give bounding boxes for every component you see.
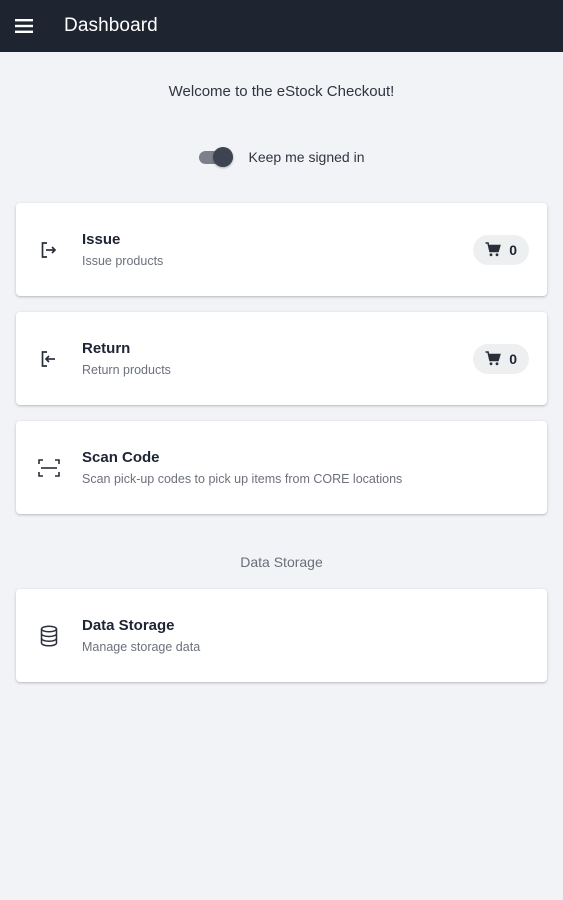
- login-icon: [41, 350, 55, 367]
- database-icon: [40, 624, 58, 647]
- scan-code-card[interactable]: Scan Code Scan pick-up codes to pick up …: [16, 421, 547, 514]
- app-bar: Dashboard: [0, 0, 563, 52]
- data-storage-subtitle: Manage storage data: [82, 640, 201, 654]
- keep-signed-in-row: Keep me signed in: [0, 146, 563, 168]
- data-storage-card[interactable]: Data Storage Manage storage data: [16, 589, 547, 682]
- issue-cart-badge[interactable]: 0: [473, 234, 529, 265]
- toggle-knob: [212, 147, 233, 167]
- issue-title: Issue: [82, 231, 121, 248]
- issue-cart-count: 0: [509, 241, 517, 258]
- menu-button[interactable]: [0, 0, 48, 52]
- keep-signed-in-label: Keep me signed in: [248, 149, 365, 165]
- return-title: Return: [82, 340, 131, 357]
- cart-icon: [485, 351, 502, 366]
- scan-code-title: Scan Code: [82, 449, 160, 466]
- return-card[interactable]: Return Return products 0: [16, 312, 547, 405]
- issue-card[interactable]: Issue Issue products 0: [16, 203, 547, 296]
- logout-icon: [41, 241, 57, 258]
- page-title: Dashboard: [64, 15, 158, 36]
- data-storage-heading: Data Storage: [240, 554, 323, 570]
- keep-signed-in-toggle[interactable]: [198, 146, 233, 168]
- data-storage-title: Data Storage: [82, 617, 175, 634]
- scan-icon: [38, 458, 60, 477]
- return-subtitle: Return products: [82, 363, 171, 377]
- return-cart-count: 0: [509, 350, 517, 367]
- return-cart-badge[interactable]: 0: [473, 343, 529, 374]
- menu-icon: [15, 19, 33, 33]
- scan-code-subtitle: Scan pick-up codes to pick up items from…: [82, 472, 403, 486]
- cart-icon: [485, 242, 502, 257]
- issue-subtitle: Issue products: [82, 254, 164, 268]
- welcome-text: Welcome to the eStock Checkout!: [168, 83, 395, 100]
